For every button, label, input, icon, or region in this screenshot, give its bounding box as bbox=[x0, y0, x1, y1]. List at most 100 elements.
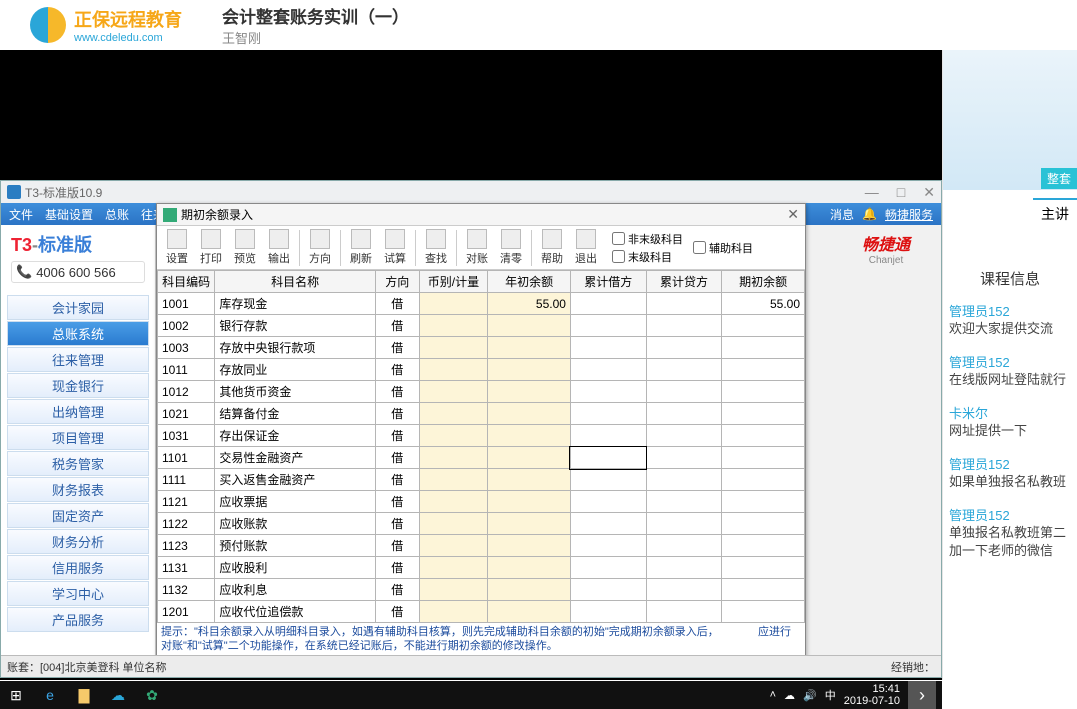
chat-user[interactable]: 管理员152 bbox=[949, 505, 1071, 524]
logo-url: www.cdeledu.com bbox=[74, 32, 182, 44]
table-row[interactable]: 1122应收账款借 bbox=[158, 513, 805, 535]
sidebar-item-7[interactable]: 财务报表 bbox=[7, 477, 149, 502]
cloud-icon[interactable]: ☁ bbox=[108, 685, 128, 705]
phone: 📞 4006 600 566 bbox=[11, 261, 145, 283]
status-left: 账套：[004]北京美登科 单位名称 bbox=[7, 659, 167, 675]
tb-预览[interactable]: 预览 bbox=[229, 229, 261, 266]
dialog-close-icon[interactable]: ✕ bbox=[787, 206, 799, 223]
table-row[interactable]: 1021结算备付金借 bbox=[158, 403, 805, 425]
table-row[interactable]: 1011存放同业借 bbox=[158, 359, 805, 381]
windows-taskbar: ⊞ e ▇ ☁ ✿ ˄ ☁ 🔊 中 15:412019-07-10 › bbox=[0, 681, 942, 709]
tb-刷新[interactable]: 刷新 bbox=[345, 229, 377, 266]
sidebar-item-5[interactable]: 项目管理 bbox=[7, 425, 149, 450]
chat-message: 管理员152如果单独报名私教班 bbox=[949, 454, 1071, 491]
chat-user[interactable]: 卡米尔 bbox=[949, 403, 1071, 422]
col-header[interactable]: 科目编码 bbox=[158, 271, 215, 293]
teal-tab[interactable]: 整套 bbox=[1041, 168, 1077, 189]
tray-ime-icon[interactable]: 中 bbox=[825, 687, 836, 703]
app-statusbar: 账套：[004]北京美登科 单位名称 经销地： bbox=[1, 655, 941, 677]
menu-svc[interactable]: 畅捷服务 bbox=[885, 206, 933, 223]
tb-icon bbox=[385, 229, 405, 249]
menu-file[interactable]: 文件 bbox=[9, 206, 33, 223]
sidebar-item-2[interactable]: 往来管理 bbox=[7, 347, 149, 372]
sidebar-item-11[interactable]: 学习中心 bbox=[7, 581, 149, 606]
app-title: T3-标准版10.9 bbox=[25, 184, 102, 201]
tb-清零[interactable]: 清零 bbox=[495, 229, 527, 266]
tb-设置[interactable]: 设置 bbox=[161, 229, 193, 266]
tb-输出[interactable]: 输出 bbox=[263, 229, 295, 266]
tb-方向[interactable]: 方向 bbox=[304, 229, 336, 266]
maximize-icon[interactable]: □ bbox=[897, 184, 905, 201]
lecturer-tab[interactable]: 主讲 bbox=[1033, 198, 1077, 228]
table-row[interactable]: 1002银行存款借 bbox=[158, 315, 805, 337]
folder-icon[interactable]: ▇ bbox=[74, 685, 94, 705]
col-header[interactable]: 累计贷方 bbox=[646, 271, 722, 293]
col-header[interactable]: 期初余额 bbox=[722, 271, 805, 293]
sidebar-item-6[interactable]: 税务管家 bbox=[7, 451, 149, 476]
chat-user[interactable]: 管理员152 bbox=[949, 454, 1071, 473]
sidebar-item-1[interactable]: 总账系统 bbox=[7, 321, 149, 346]
right-column: 整套 主讲 课程信息 管理员152欢迎大家提供交流管理员152在线版网址登陆就行… bbox=[942, 50, 1077, 680]
chk-nonleaf[interactable]: 非末级科目 bbox=[612, 231, 683, 247]
course-title: 会计整套账务实训（一） bbox=[222, 3, 409, 28]
col-header[interactable]: 币别/计量 bbox=[419, 271, 488, 293]
menu-msg[interactable]: 消息 bbox=[830, 206, 854, 223]
table-row[interactable]: 1121应收票据借 bbox=[158, 491, 805, 513]
tray-up-icon[interactable]: ˄ bbox=[770, 689, 776, 701]
table-row[interactable]: 1131应收股利借 bbox=[158, 557, 805, 579]
chk-leaf[interactable]: 末级科目 bbox=[612, 249, 683, 265]
chat-text: 欢迎大家提供交流 bbox=[949, 320, 1071, 338]
table-row[interactable]: 1111买入返售金融资产借 bbox=[158, 469, 805, 491]
chat-user[interactable]: 管理员152 bbox=[949, 352, 1071, 371]
tb-对账[interactable]: 对账 bbox=[461, 229, 493, 266]
table-row[interactable]: 1132应收利息借 bbox=[158, 579, 805, 601]
dialog-title: 期初余额录入 bbox=[181, 206, 253, 223]
chat-text: 如果单独报名私教班 bbox=[949, 473, 1071, 491]
tb-试算[interactable]: 试算 bbox=[379, 229, 411, 266]
sidebar-item-3[interactable]: 现金银行 bbox=[7, 373, 149, 398]
edge-icon[interactable]: e bbox=[40, 685, 60, 705]
col-header[interactable]: 累计借方 bbox=[570, 271, 646, 293]
table-row[interactable]: 1101交易性金融资产借 bbox=[158, 447, 805, 469]
sidebar-item-4[interactable]: 出纳管理 bbox=[7, 399, 149, 424]
table-row[interactable]: 1001库存现金借55.0055.00 bbox=[158, 293, 805, 315]
dialog-footer: 应进行 提示："科目余额录入从明细科目录入，如遇有辅助科目核算，则先完成辅助科目… bbox=[161, 625, 801, 653]
tray-cloud-icon[interactable]: ☁ bbox=[784, 689, 795, 702]
app-taskbar-icon[interactable]: ✿ bbox=[142, 685, 162, 705]
tb-打印[interactable]: 打印 bbox=[195, 229, 227, 266]
logo-icon bbox=[30, 7, 66, 43]
balance-grid[interactable]: 科目编码科目名称方向币别/计量年初余额累计借方累计贷方期初余额1001库存现金借… bbox=[157, 270, 805, 623]
footer-link[interactable]: 应进行 bbox=[758, 625, 791, 639]
next-chevron-icon[interactable]: › bbox=[908, 681, 936, 709]
taskbar-clock[interactable]: 15:412019-07-10 bbox=[844, 683, 900, 707]
tb-帮助[interactable]: 帮助 bbox=[536, 229, 568, 266]
tb-icon bbox=[576, 229, 596, 249]
bell-icon[interactable]: 🔔 bbox=[862, 207, 877, 221]
start-icon[interactable]: ⊞ bbox=[6, 685, 26, 705]
col-header[interactable]: 方向 bbox=[375, 271, 419, 293]
table-row[interactable]: 1211应收分保账款借 bbox=[158, 623, 805, 624]
chk-aux[interactable]: 辅助科目 bbox=[693, 240, 753, 256]
table-row[interactable]: 1031存出保证金借 bbox=[158, 425, 805, 447]
minimize-icon[interactable]: — bbox=[865, 184, 879, 201]
col-header[interactable]: 年初余额 bbox=[488, 271, 571, 293]
sidebar-item-0[interactable]: 会计家园 bbox=[7, 295, 149, 320]
menu-gl[interactable]: 总账 bbox=[105, 206, 129, 223]
col-header[interactable]: 科目名称 bbox=[215, 271, 376, 293]
chat-section-title: 课程信息 bbox=[943, 250, 1077, 301]
close-icon[interactable]: ✕ bbox=[923, 184, 935, 201]
tb-查找[interactable]: 查找 bbox=[420, 229, 452, 266]
sidebar-item-8[interactable]: 固定资产 bbox=[7, 503, 149, 528]
table-row[interactable]: 1123预付账款借 bbox=[158, 535, 805, 557]
tray-vol-icon[interactable]: 🔊 bbox=[803, 689, 817, 702]
sidebar-item-10[interactable]: 信用服务 bbox=[7, 555, 149, 580]
table-row[interactable]: 1201应收代位追偿款借 bbox=[158, 601, 805, 623]
table-row[interactable]: 1003存放中央银行款项借 bbox=[158, 337, 805, 359]
table-row[interactable]: 1012其他货币资金借 bbox=[158, 381, 805, 403]
chat-user[interactable]: 管理员152 bbox=[949, 301, 1071, 320]
menu-settings[interactable]: 基础设置 bbox=[45, 206, 93, 223]
sidebar-item-9[interactable]: 财务分析 bbox=[7, 529, 149, 554]
sidebar-item-12[interactable]: 产品服务 bbox=[7, 607, 149, 632]
tb-退出[interactable]: 退出 bbox=[570, 229, 602, 266]
chat-message: 卡米尔网址提供一下 bbox=[949, 403, 1071, 440]
